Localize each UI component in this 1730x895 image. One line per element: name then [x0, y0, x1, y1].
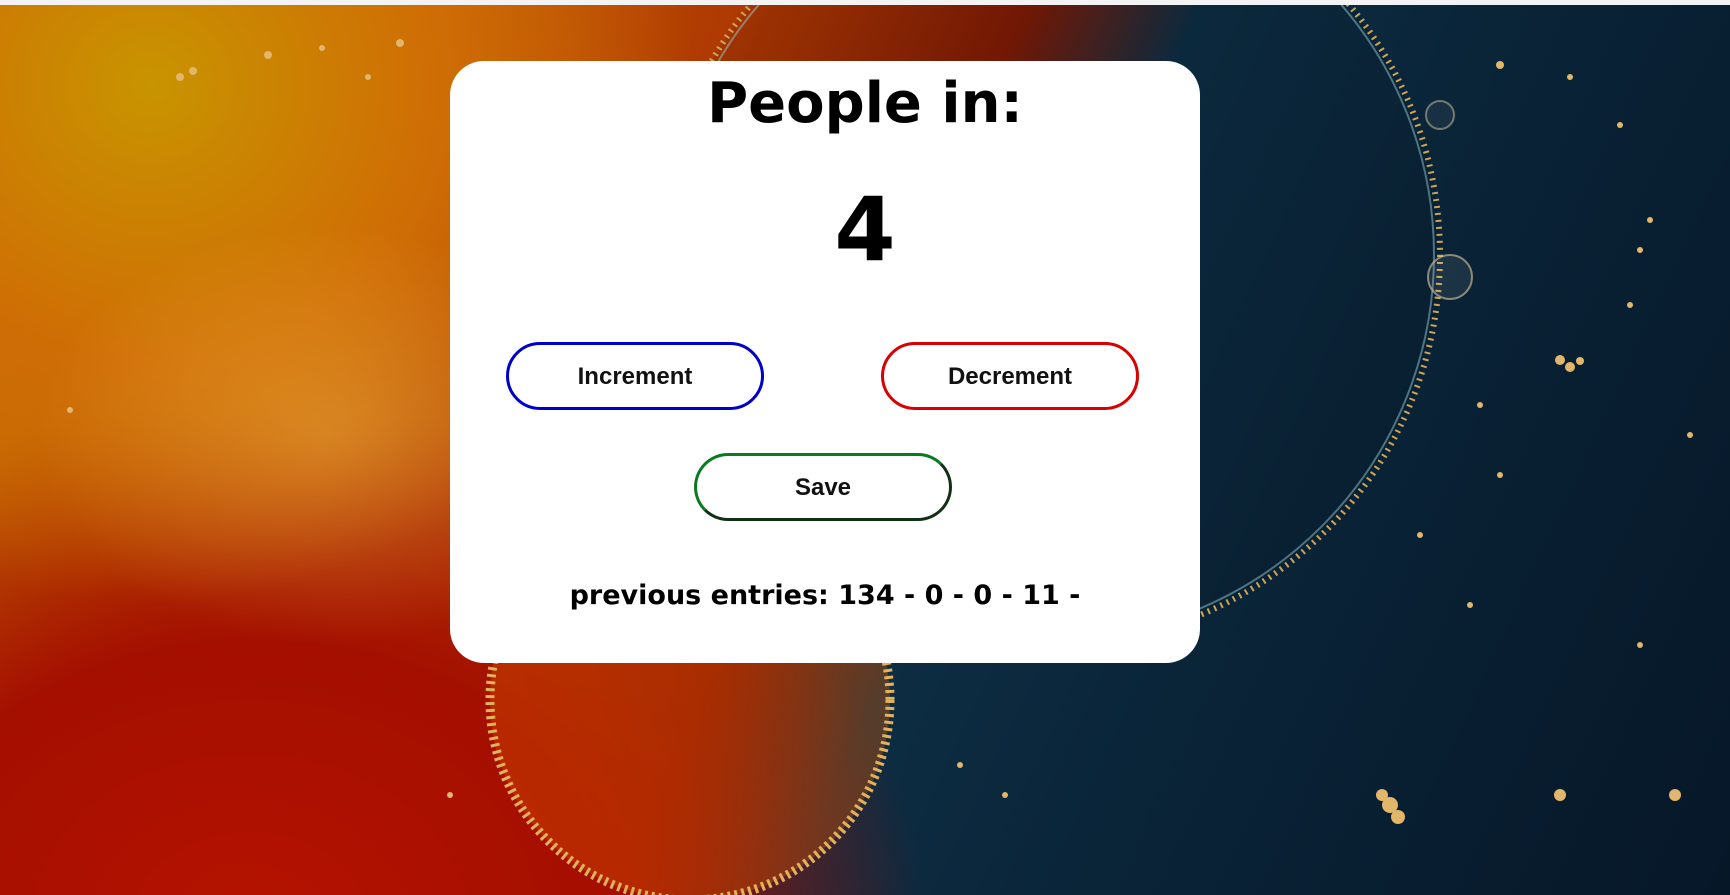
previous-entries-values: 134 - 0 - 0 - 11 - — [838, 580, 1081, 611]
people-count: 4 — [834, 178, 896, 281]
decrement-button[interactable]: Decrement — [881, 342, 1139, 410]
previous-entries-label: previous entries: — [569, 580, 829, 611]
page-title: People in: — [707, 71, 1023, 136]
previous-entries: previous entries: 134 - 0 - 0 - 11 - — [450, 578, 1200, 614]
save-button[interactable]: Save — [694, 453, 952, 521]
increment-button[interactable]: Increment — [506, 342, 764, 410]
app-page: People in: 4 Increment Decrement Save pr… — [0, 0, 1730, 895]
